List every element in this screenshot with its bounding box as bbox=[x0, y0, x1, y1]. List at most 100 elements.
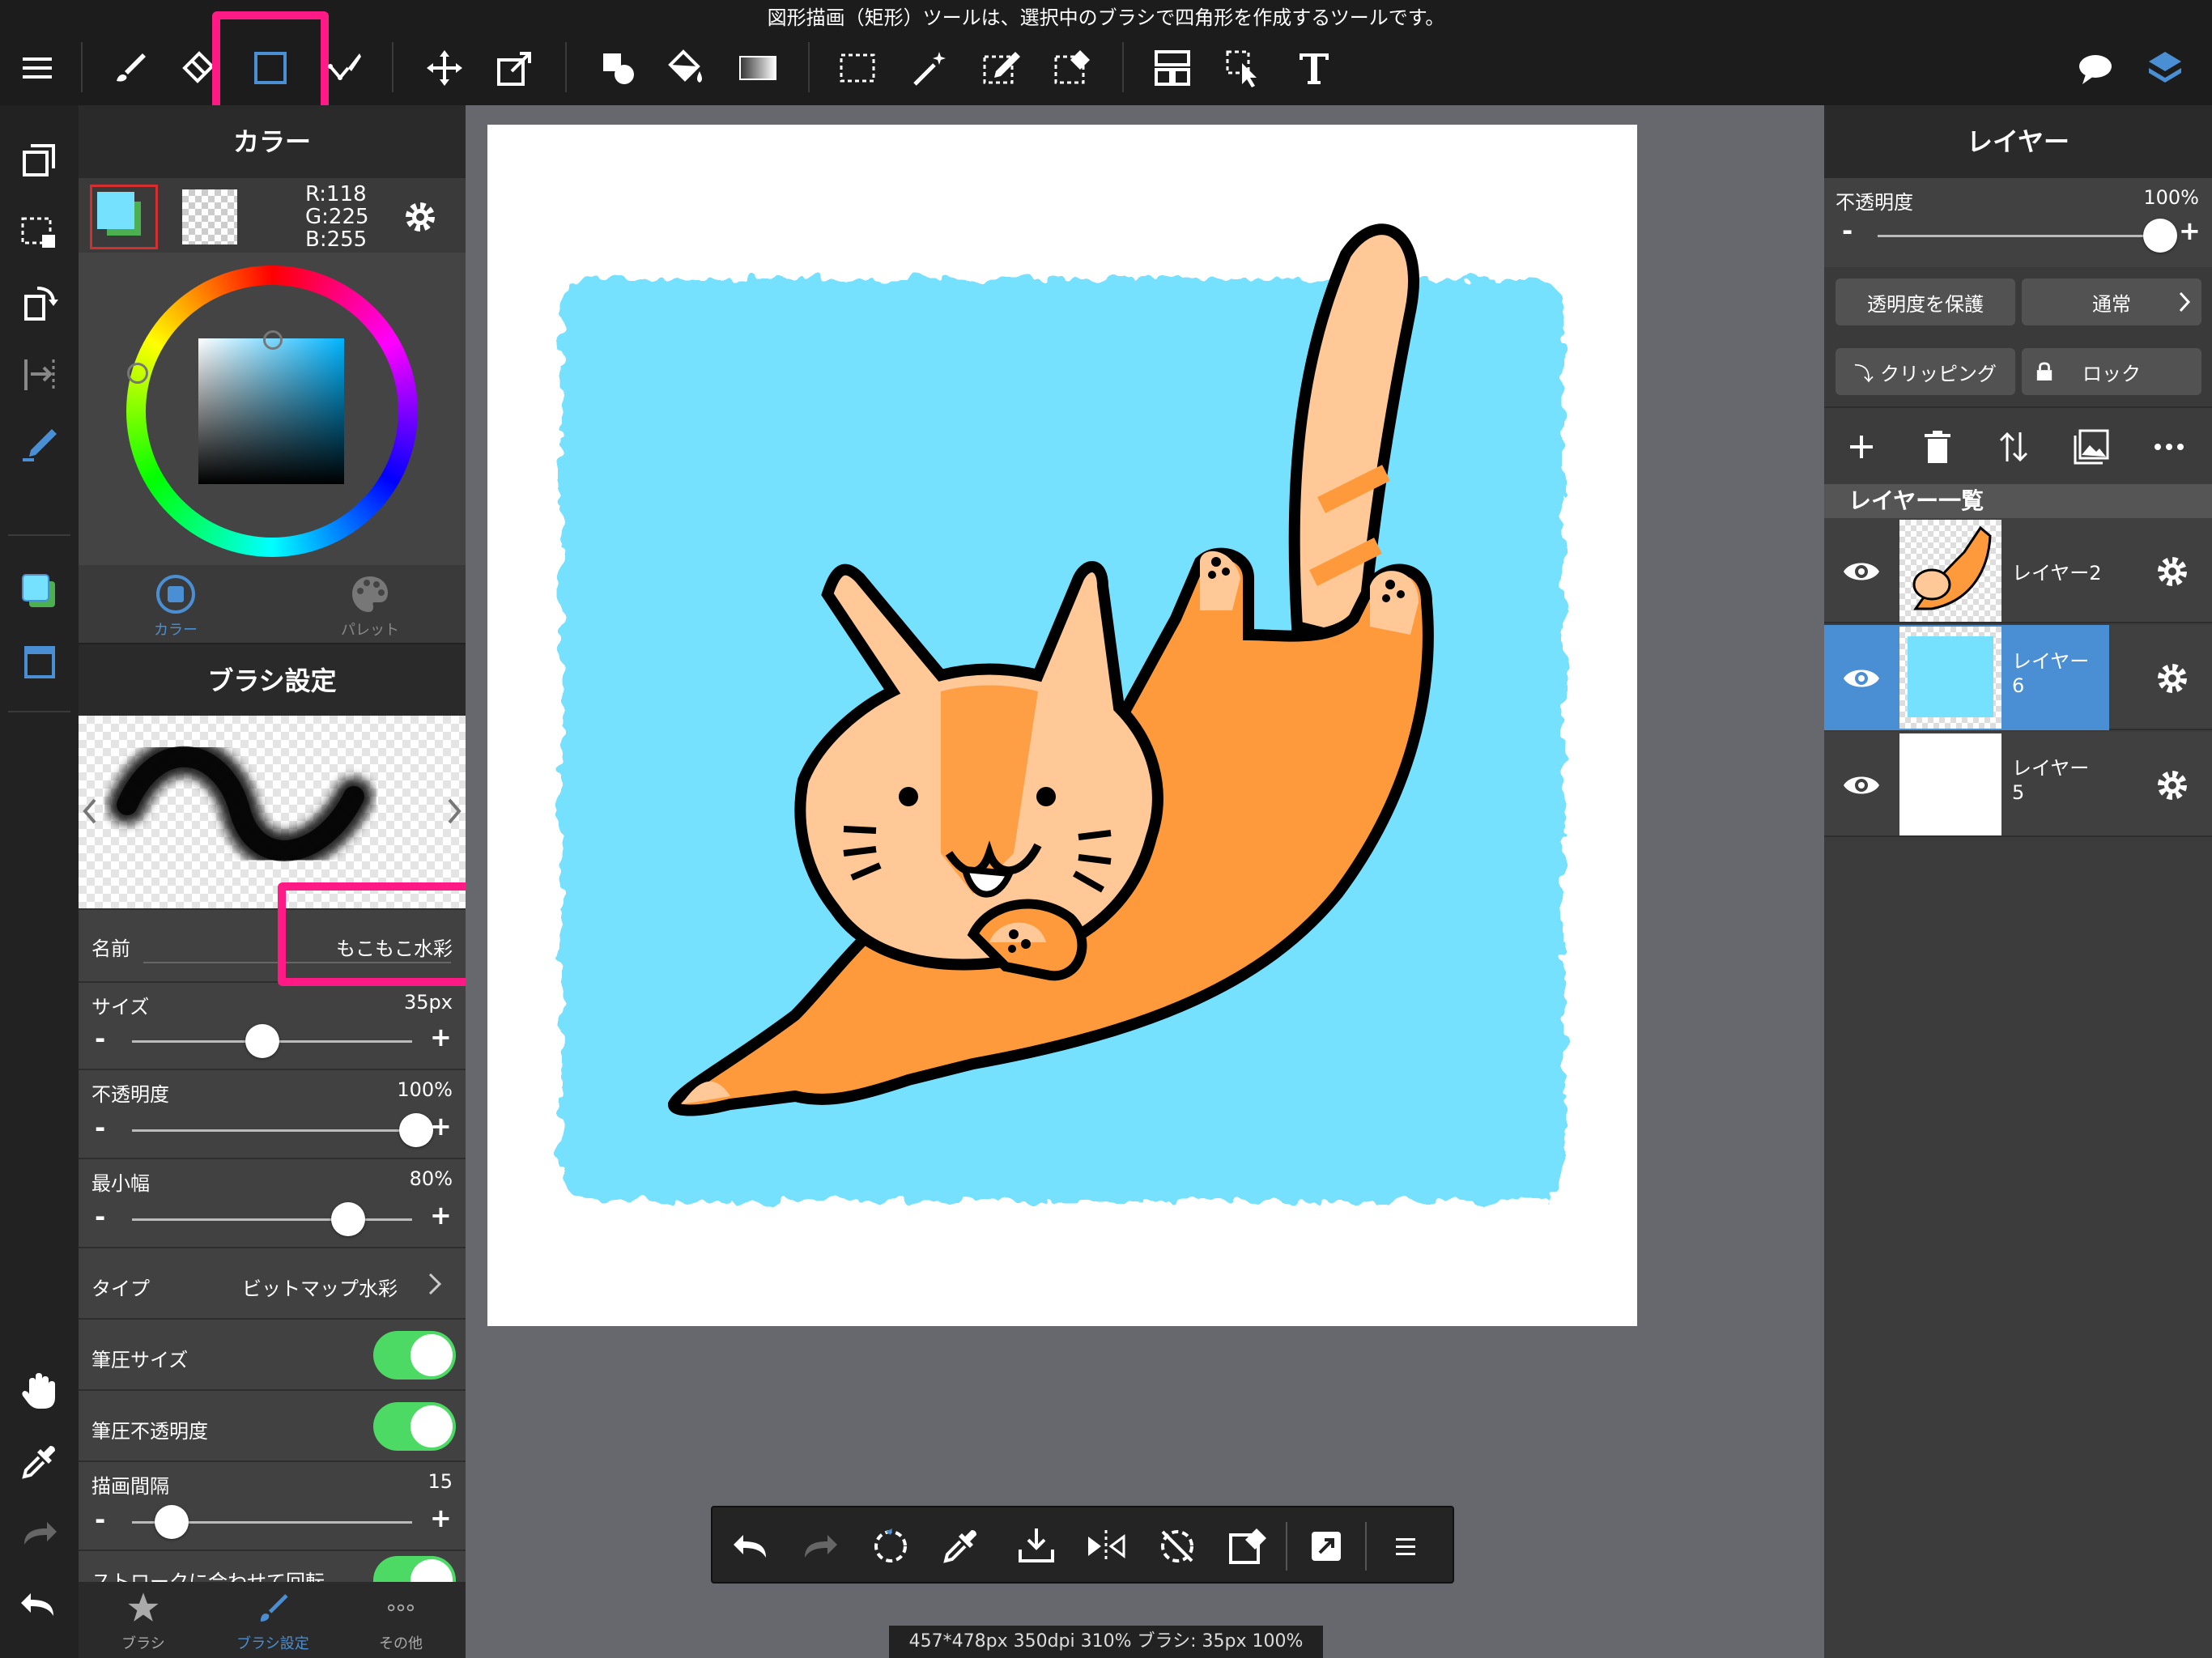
dropper-button-icon[interactable] bbox=[938, 1524, 983, 1569]
comment-icon[interactable] bbox=[2073, 45, 2118, 91]
opacity-slider-knob[interactable] bbox=[399, 1113, 433, 1147]
tab-other[interactable]: その他 bbox=[352, 1587, 449, 1656]
layers-icon[interactable] bbox=[2142, 45, 2188, 91]
layer-settings-gear-icon[interactable] bbox=[2150, 763, 2195, 808]
flip-horizontal-icon[interactable] bbox=[1083, 1524, 1129, 1569]
import-image-icon[interactable] bbox=[2069, 424, 2114, 470]
pressure-opacity-toggle[interactable] bbox=[373, 1402, 456, 1451]
min-width-slider-track[interactable] bbox=[132, 1218, 412, 1221]
panel-layout-icon[interactable] bbox=[16, 640, 62, 685]
transform-rotate-icon[interactable] bbox=[868, 1524, 913, 1569]
top-toolbar: 図形描画（矩形）ツールは、選択中のブラシで四角形を作成するツールです。 bbox=[0, 0, 2212, 117]
move-icon[interactable] bbox=[422, 45, 467, 91]
saturation-box[interactable] bbox=[198, 338, 344, 484]
layer-settings-gear-icon[interactable] bbox=[2150, 549, 2195, 594]
share-icon[interactable] bbox=[1304, 1524, 1349, 1569]
bottom-menu-icon[interactable] bbox=[1383, 1524, 1428, 1569]
layer-opacity-plus[interactable]: + bbox=[2179, 215, 2201, 246]
ruler-icon[interactable] bbox=[16, 351, 62, 397]
brush-type-row[interactable]: タイプ ビットマップ水彩 bbox=[79, 1247, 466, 1318]
min-width-minus[interactable]: - bbox=[95, 1201, 105, 1232]
selection-icon[interactable] bbox=[16, 209, 62, 254]
redo-button-icon[interactable] bbox=[797, 1524, 842, 1569]
layer-settings-gear-icon[interactable] bbox=[2150, 656, 2195, 701]
shape-fill-icon[interactable] bbox=[595, 45, 640, 91]
rotate-stroke-toggle[interactable] bbox=[373, 1556, 456, 1582]
color-swatch-toggle-icon[interactable] bbox=[16, 568, 62, 614]
clipping-button[interactable]: ⤵ クリッピング bbox=[1836, 348, 2015, 395]
interval-minus[interactable]: - bbox=[95, 1504, 105, 1535]
pen-curve-icon[interactable] bbox=[322, 45, 368, 91]
magic-wand-icon[interactable] bbox=[907, 45, 952, 91]
interval-slider-knob[interactable] bbox=[155, 1505, 189, 1539]
lock-button[interactable]: ロック bbox=[2022, 348, 2201, 395]
layer-more-icon[interactable] bbox=[2146, 424, 2192, 470]
menu-icon[interactable] bbox=[15, 45, 60, 91]
color-settings-gear-icon[interactable] bbox=[398, 194, 443, 240]
gradient-icon[interactable] bbox=[735, 45, 781, 91]
eyedropper-icon[interactable] bbox=[16, 1439, 62, 1485]
opacity-row: 不透明度 100% - + bbox=[79, 1069, 466, 1158]
next-brush-chevron-icon[interactable] bbox=[443, 793, 466, 829]
tab-brush-settings[interactable]: ブラシ設定 bbox=[224, 1587, 321, 1656]
select-rect-icon[interactable] bbox=[835, 45, 880, 91]
left-panel: カラー R:118 G:225 B:255 カラー パレット ブラシ設定 名前 … bbox=[79, 105, 466, 1658]
visibility-eye-icon[interactable] bbox=[1839, 656, 1884, 701]
transform-icon[interactable] bbox=[492, 45, 538, 91]
min-width-slider-knob[interactable] bbox=[331, 1202, 365, 1236]
rotate-icon[interactable] bbox=[16, 280, 62, 325]
artwork[interactable] bbox=[487, 125, 1637, 1326]
pen-settings-icon[interactable] bbox=[16, 423, 62, 468]
canvas-area[interactable] bbox=[466, 105, 1824, 1658]
layer-item-6[interactable]: レイヤー 6 bbox=[1824, 625, 2212, 730]
background-color-swatch[interactable] bbox=[182, 189, 237, 244]
layer-opacity-minus[interactable]: - bbox=[1842, 215, 1853, 246]
blend-mode-button[interactable]: 通常 bbox=[2022, 278, 2201, 325]
pressure-size-toggle[interactable] bbox=[373, 1331, 456, 1380]
clear-layer-icon[interactable] bbox=[1226, 1524, 1271, 1569]
tab-palette[interactable]: パレット bbox=[321, 568, 419, 641]
layer-panel-toggle-icon[interactable] bbox=[16, 138, 62, 183]
select-pen-icon[interactable] bbox=[978, 45, 1023, 91]
layer-item-5[interactable]: レイヤー 5 bbox=[1824, 732, 2212, 837]
size-slider-knob[interactable] bbox=[245, 1024, 279, 1058]
layer-item-2[interactable]: レイヤー2 bbox=[1824, 518, 2212, 623]
foreground-color-swatch[interactable] bbox=[90, 185, 158, 249]
prev-brush-chevron-icon[interactable] bbox=[79, 793, 101, 829]
size-plus[interactable]: + bbox=[430, 1022, 452, 1052]
protect-alpha-button[interactable]: 透明度を保護 bbox=[1836, 278, 2015, 325]
layer-thumbnail-sky bbox=[1899, 627, 2001, 729]
select-eraser-icon[interactable] bbox=[1049, 45, 1095, 91]
tab-brush[interactable]: ブラシ bbox=[95, 1587, 192, 1656]
color-wheel-area[interactable] bbox=[79, 253, 466, 565]
size-minus[interactable]: - bbox=[95, 1023, 105, 1054]
layer-opacity-slider-track[interactable] bbox=[1878, 235, 2153, 237]
move-layer-icon[interactable] bbox=[1991, 424, 2036, 470]
hand-icon[interactable] bbox=[16, 1368, 62, 1414]
interval-plus[interactable]: + bbox=[430, 1503, 452, 1533]
visibility-eye-icon[interactable] bbox=[1839, 763, 1884, 808]
status-bar: 457*478px 350dpi 310% ブラシ: 35px 100% bbox=[889, 1626, 1323, 1658]
add-layer-icon[interactable] bbox=[1839, 424, 1884, 470]
operation-icon[interactable] bbox=[1221, 45, 1266, 91]
delete-layer-icon[interactable] bbox=[1915, 424, 1960, 470]
brush-icon[interactable] bbox=[107, 45, 152, 91]
sv-picker-knob[interactable] bbox=[263, 330, 283, 350]
rotate-reset-icon[interactable] bbox=[1155, 1524, 1200, 1569]
text-icon[interactable] bbox=[1291, 45, 1337, 91]
save-download-icon[interactable] bbox=[1014, 1524, 1059, 1569]
min-width-plus[interactable]: + bbox=[430, 1200, 452, 1231]
color-panel-title: カラー bbox=[79, 105, 466, 178]
opacity-slider-track[interactable] bbox=[132, 1129, 412, 1132]
redo-icon[interactable] bbox=[16, 1511, 62, 1556]
visibility-eye-icon[interactable] bbox=[1839, 549, 1884, 594]
hue-picker-knob[interactable] bbox=[127, 363, 148, 384]
undo-icon[interactable] bbox=[16, 1582, 62, 1627]
undo-button-icon[interactable] bbox=[729, 1524, 774, 1569]
layer-opacity-slider-knob[interactable] bbox=[2143, 219, 2177, 253]
opacity-minus[interactable]: - bbox=[95, 1112, 105, 1143]
frame-divider-icon[interactable] bbox=[1150, 45, 1195, 91]
opacity-plus[interactable]: + bbox=[430, 1111, 452, 1141]
bucket-icon[interactable] bbox=[664, 45, 709, 91]
tab-color[interactable]: カラー bbox=[127, 568, 224, 641]
